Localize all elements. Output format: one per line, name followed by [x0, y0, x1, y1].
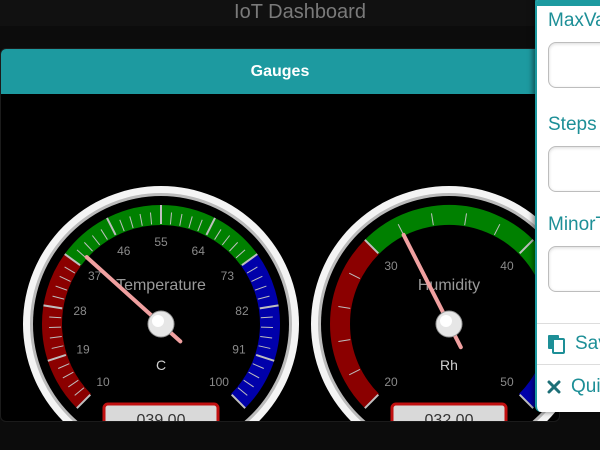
temperature-gauge: 10192837465564738291100TemperatureC039.0…: [23, 186, 299, 422]
panel-header[interactable]: Gauges: [1, 49, 559, 94]
gauge-unit: Rh: [440, 357, 458, 373]
minorticks-input[interactable]: [548, 246, 600, 292]
gauge-tick-label: 28: [73, 304, 87, 318]
settings-panel: MaxValue Steps MinorTicks Save Quit: [535, 0, 600, 412]
gauge-tick-label: 100: [209, 375, 229, 389]
steps-input[interactable]: [548, 146, 600, 192]
humidity-gauge: 2030 4050HumidityRh032.00: [311, 186, 559, 422]
quit-label: Quit: [571, 376, 600, 397]
gauge-tick-label: 50: [500, 375, 514, 389]
gauge-tick-label: 20: [384, 375, 398, 389]
gauges-area: 10 19 28 37 46 55 64 73 82 91 100 Temperature C 039.0…: [1, 94, 559, 422]
gauge-value-readout: 032.00: [425, 412, 474, 422]
gauge-tick-label: 91: [232, 342, 246, 356]
gauge-tick-label: 55: [154, 235, 168, 249]
minorticks-label: MinorTicks: [548, 214, 600, 235]
gauge-tick-label: 73: [221, 269, 235, 283]
gauge-tick-label: 30: [384, 259, 398, 273]
maxvalue-label: MaxValue: [548, 10, 600, 31]
save-button[interactable]: Save: [545, 333, 600, 355]
gauges-panel: Gauges 10 19 28 37 46 55 64 73 82 91 100 Temperatur…: [0, 48, 560, 422]
settings-top-bar: [537, 0, 600, 6]
gauge-hub-highlight: [152, 315, 164, 327]
settings-divider: [537, 323, 600, 324]
maxvalue-input[interactable]: [548, 42, 600, 88]
quit-button[interactable]: Quit: [545, 376, 600, 398]
app-title: IoT Dashboard: [0, 0, 600, 26]
gauge-tick-label: 46: [117, 244, 131, 258]
gauge-value-readout: 039.00: [137, 412, 186, 422]
gauge-tick-label: 64: [192, 244, 206, 258]
save-label: Save: [575, 333, 600, 354]
gauge-tick-label: 19: [76, 342, 90, 356]
copy-icon: [548, 335, 565, 354]
steps-label: Steps: [548, 114, 597, 135]
gauge-tick-label: 40: [500, 259, 514, 273]
gauge-unit: C: [156, 357, 166, 373]
settings-divider-2: [537, 364, 600, 365]
gauge-tick-label: 10: [96, 375, 110, 389]
gauge-tick-label: 82: [235, 304, 249, 318]
gauge-title: Temperature: [116, 277, 206, 294]
close-icon: [547, 380, 561, 394]
gauge-hub-highlight: [440, 315, 452, 327]
